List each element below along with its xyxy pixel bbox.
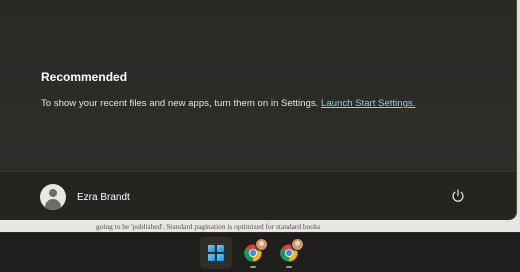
avatar-head	[49, 189, 57, 197]
running-indicator	[286, 266, 292, 268]
profile-badge	[291, 238, 304, 251]
start-menu-footer: Ezra Brandt	[0, 171, 516, 220]
taskbar	[0, 232, 520, 272]
avatar	[40, 184, 66, 210]
user-account-button[interactable]: Ezra Brandt	[40, 183, 130, 211]
start-button[interactable]	[200, 237, 232, 269]
taskbar-chrome-button-2[interactable]	[273, 237, 305, 269]
profile-face	[295, 241, 300, 246]
user-name: Ezra Brandt	[77, 191, 130, 203]
taskbar-chrome-button-1[interactable]	[237, 237, 269, 269]
avatar-body	[45, 199, 61, 210]
desktop: Recommended To show your recent files an…	[0, 0, 520, 272]
running-indicator	[250, 266, 256, 268]
recommended-heading: Recommended	[41, 70, 128, 84]
recommended-message: To show your recent files and new apps, …	[41, 98, 415, 109]
power-icon	[452, 189, 464, 202]
start-menu-content: Recommended To show your recent files an…	[0, 0, 516, 171]
background-document-text: going to be 'published'. Standard pagina…	[96, 222, 321, 231]
profile-face	[259, 241, 264, 246]
windows-start-icon	[208, 245, 224, 261]
launch-start-settings-link[interactable]: Launch Start Settings.	[321, 98, 415, 109]
power-button[interactable]	[448, 186, 468, 206]
profile-badge	[255, 238, 268, 251]
start-menu: Recommended To show your recent files an…	[0, 0, 517, 220]
recommended-message-text: To show your recent files and new apps, …	[41, 98, 319, 109]
